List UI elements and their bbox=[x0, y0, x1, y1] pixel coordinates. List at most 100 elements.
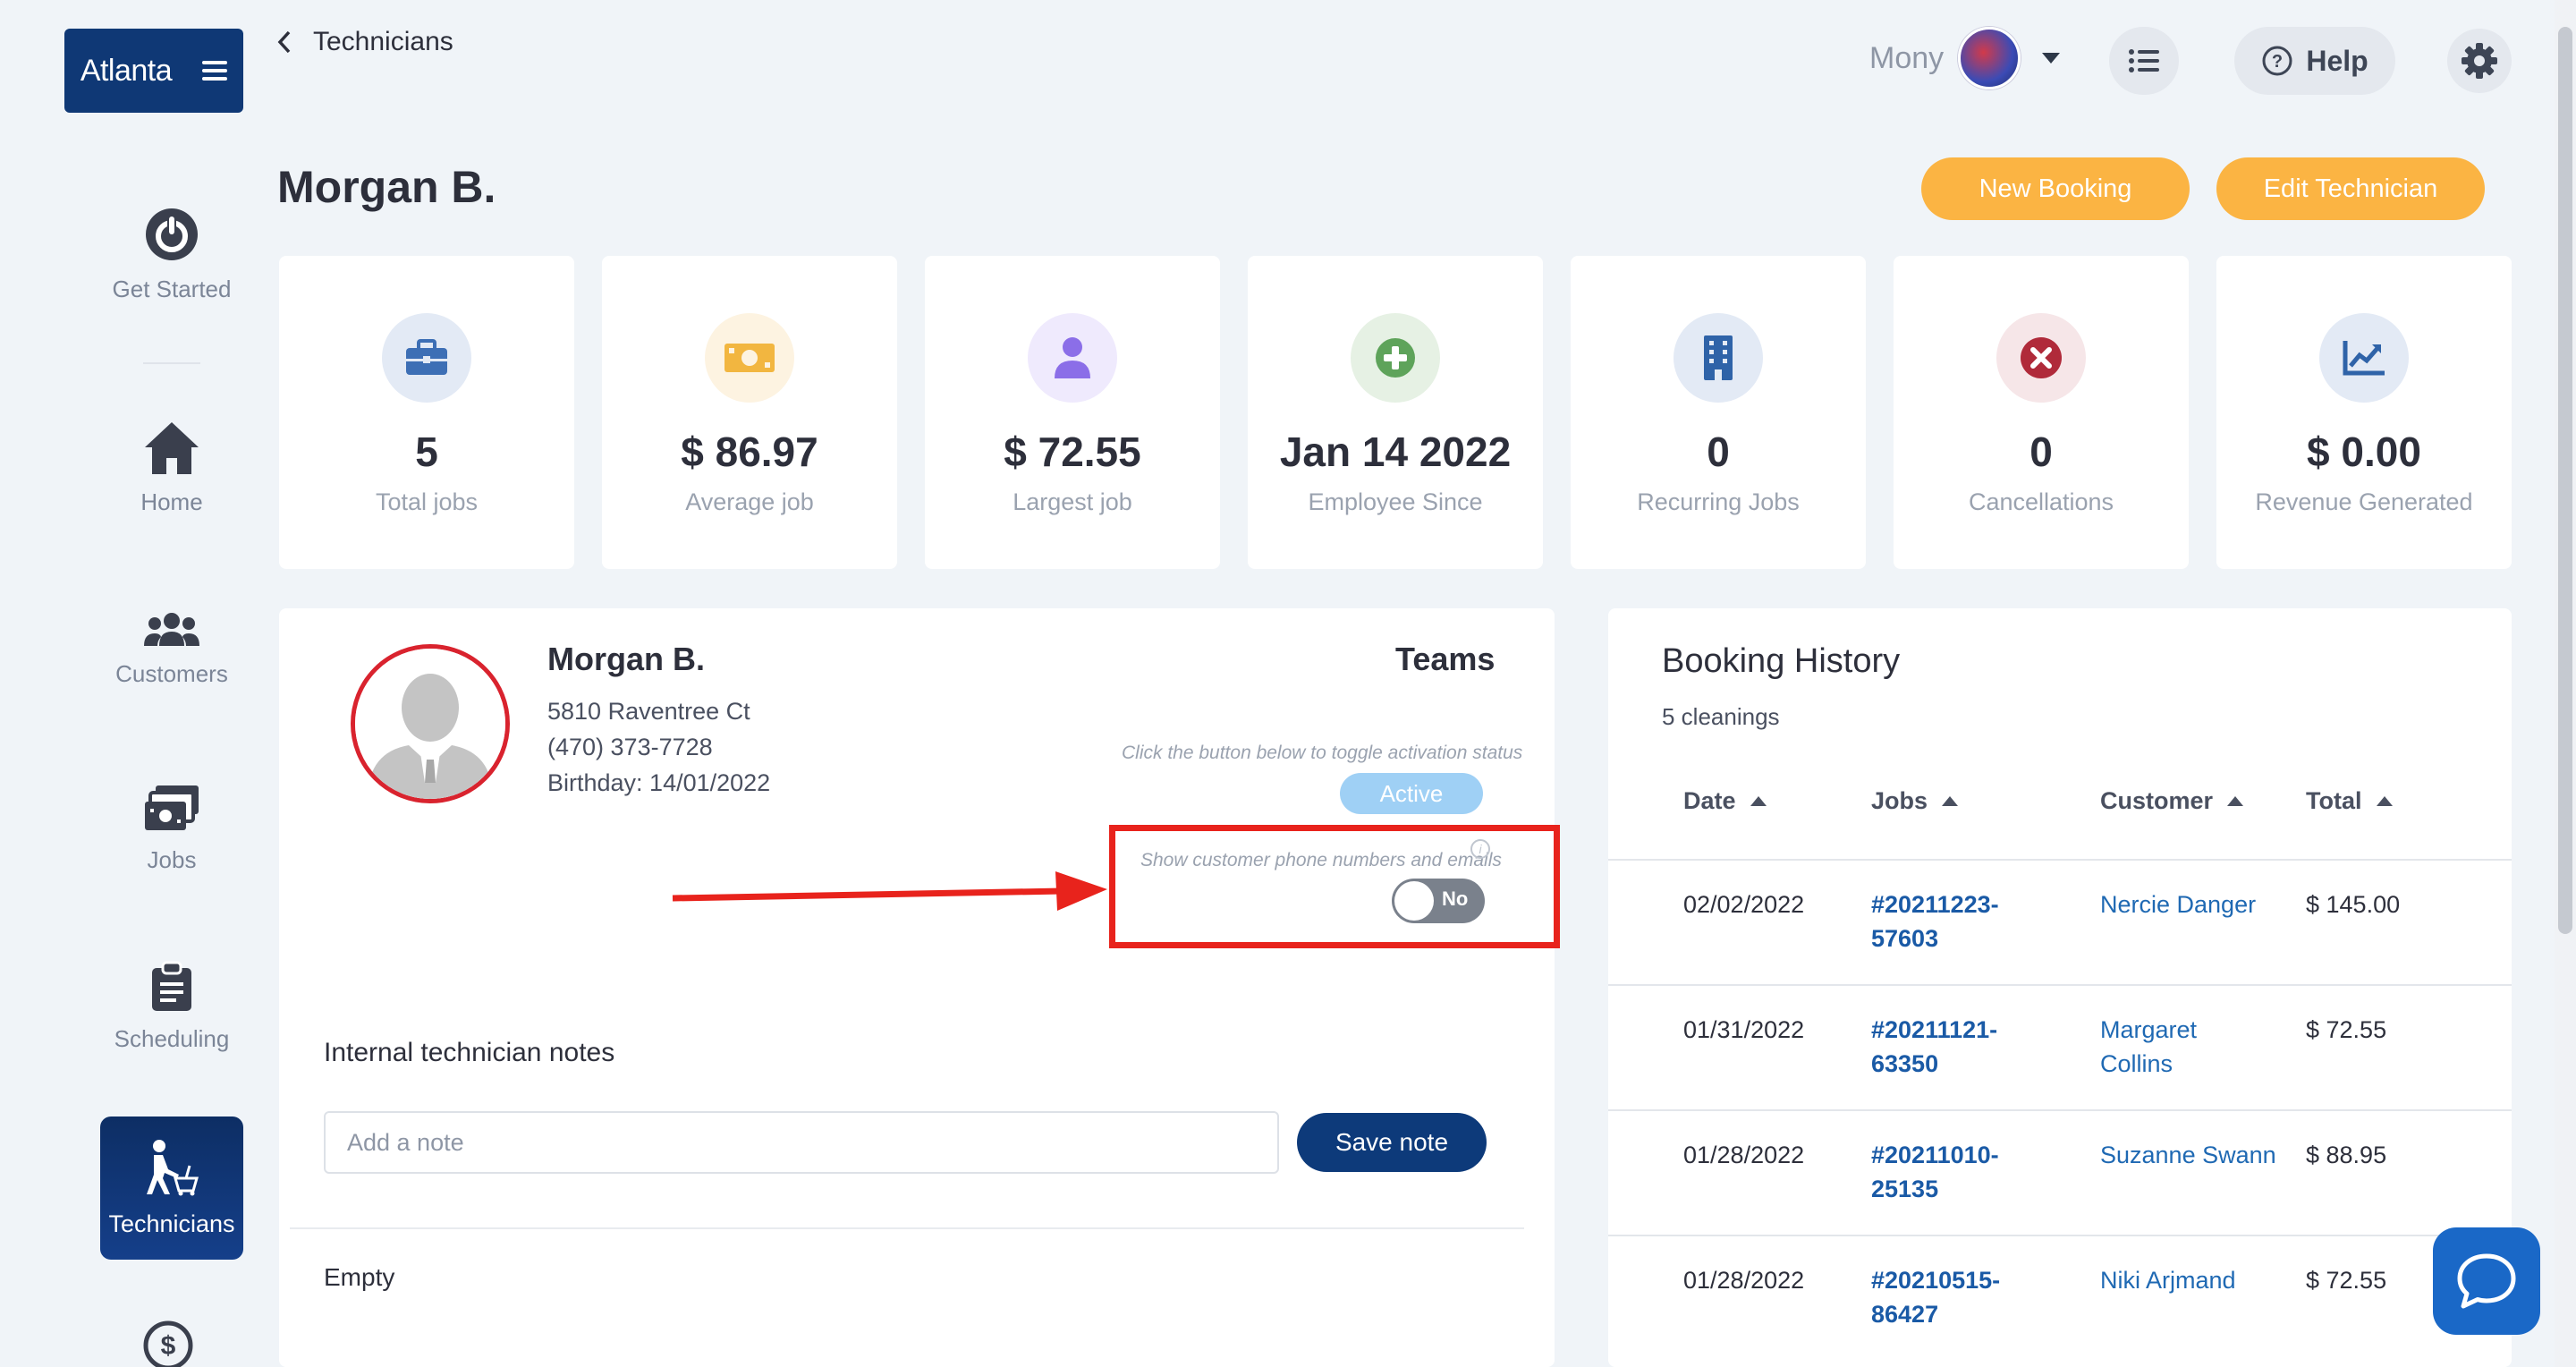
stat-card-average-job: $ 86.97 Average job bbox=[602, 256, 897, 569]
note-input[interactable] bbox=[324, 1111, 1279, 1174]
job-link[interactable]: #20210515- 86427 bbox=[1871, 1263, 2032, 1331]
sidebar-item-label: Jobs bbox=[147, 846, 197, 873]
chevron-left-icon bbox=[277, 30, 291, 54]
sidebar-item-technicians[interactable]: Technicians bbox=[100, 1117, 243, 1260]
annotation-arrow bbox=[672, 871, 1107, 911]
sidebar-item-get-started[interactable]: Get Started bbox=[100, 206, 243, 303]
sidebar-divider bbox=[143, 362, 200, 364]
technician-icon bbox=[147, 1139, 199, 1195]
column-header-total[interactable]: Total bbox=[2306, 787, 2393, 815]
cell-date: 01/28/2022 bbox=[1683, 1267, 1805, 1294]
menu-icon bbox=[202, 61, 228, 81]
stat-value: $ 0.00 bbox=[2307, 429, 2421, 475]
power-icon bbox=[146, 208, 198, 260]
cell-date: 01/31/2022 bbox=[1683, 1016, 1805, 1043]
customer-link[interactable]: Niki Arjmand bbox=[2100, 1263, 2297, 1297]
row-divider bbox=[1608, 859, 2512, 861]
stat-label: Employee Since bbox=[1308, 488, 1483, 515]
question-circle-icon: ? bbox=[2262, 46, 2292, 76]
sidebar-item-label: Home bbox=[140, 488, 203, 515]
user-menu[interactable]: Mony bbox=[1869, 27, 2061, 89]
activation-status-toggle[interactable]: Active bbox=[1340, 773, 1483, 814]
stat-card-employee-since: Jan 14 2022 Employee Since bbox=[1248, 256, 1543, 569]
stat-value: 0 bbox=[2029, 429, 2053, 475]
briefcase-icon bbox=[382, 313, 471, 403]
stat-label: Cancellations bbox=[1968, 488, 2114, 515]
stat-value: $ 86.97 bbox=[681, 429, 818, 475]
save-note-button[interactable]: Save note bbox=[1297, 1113, 1487, 1172]
settings-button[interactable] bbox=[2447, 29, 2512, 93]
job-link[interactable]: #20211121- 63350 bbox=[1871, 1013, 2032, 1081]
stat-card-largest-job: $ 72.55 Largest job bbox=[925, 256, 1220, 569]
scrollbar-thumb[interactable] bbox=[2558, 27, 2572, 934]
stat-label: Total jobs bbox=[375, 488, 479, 515]
column-header-customer[interactable]: Customer bbox=[2100, 787, 2244, 815]
help-label: Help bbox=[2306, 44, 2368, 77]
building-icon bbox=[1674, 313, 1763, 403]
user-icon bbox=[1028, 313, 1117, 403]
sort-up-icon bbox=[1750, 796, 1767, 806]
column-header-date[interactable]: Date bbox=[1683, 787, 1767, 815]
teams-heading: Teams bbox=[1395, 641, 1496, 677]
stat-label: Largest job bbox=[1013, 488, 1132, 515]
cell-total: $ 145.00 bbox=[2306, 891, 2401, 918]
row-divider bbox=[1608, 1109, 2512, 1111]
sidebar-item-home[interactable]: Home bbox=[100, 420, 243, 516]
activation-hint: Click the button below to toggle activat… bbox=[1122, 743, 1523, 763]
back-to-technicians-link[interactable]: Technicians bbox=[277, 27, 453, 57]
stat-value: 0 bbox=[1707, 429, 1730, 475]
customer-link[interactable]: Margaret Collins bbox=[2100, 1013, 2297, 1081]
booking-history-count: 5 cleanings bbox=[1662, 703, 1780, 730]
sidebar-item-label: Technicians bbox=[108, 1210, 235, 1237]
avatar bbox=[1958, 27, 2021, 89]
toggle-label: No bbox=[1442, 887, 1469, 910]
jobs-icon bbox=[145, 785, 199, 830]
cell-total: $ 72.55 bbox=[2306, 1267, 2387, 1294]
edit-technician-button[interactable]: Edit Technician bbox=[2216, 157, 2485, 220]
customer-link[interactable]: Suzanne Swann bbox=[2100, 1138, 2297, 1172]
clipboard-icon bbox=[152, 961, 191, 1011]
technician-phone: (470) 373-7728 bbox=[547, 734, 713, 760]
x-circle-icon bbox=[1996, 313, 2086, 403]
profile-photo bbox=[351, 644, 510, 803]
stat-label: Recurring Jobs bbox=[1637, 488, 1800, 515]
job-link[interactable]: #20211223- 57603 bbox=[1871, 887, 2032, 955]
show-contact-toggle[interactable]: No bbox=[1392, 879, 1485, 923]
sort-up-icon bbox=[2376, 796, 2393, 806]
highlight-box bbox=[1109, 825, 1560, 948]
page-title: Morgan B. bbox=[277, 162, 496, 212]
sidebar-item-jobs[interactable]: Jobs bbox=[100, 784, 243, 874]
home-icon bbox=[145, 422, 199, 474]
notes-heading: Internal technician notes bbox=[324, 1038, 615, 1067]
sidebar-item-billing[interactable]: $ bbox=[143, 1320, 193, 1367]
booking-history-title: Booking History bbox=[1662, 642, 1901, 680]
chat-widget-button[interactable] bbox=[2433, 1227, 2540, 1335]
location-name: Atlanta bbox=[80, 53, 173, 88]
row-divider bbox=[1608, 984, 2512, 986]
dollar-circle-icon: $ bbox=[143, 1320, 193, 1367]
location-menu-button[interactable]: Atlanta bbox=[64, 29, 243, 113]
cell-total: $ 72.55 bbox=[2306, 1016, 2387, 1043]
divider bbox=[290, 1227, 1524, 1229]
info-icon[interactable]: i bbox=[1470, 839, 1490, 859]
sidebar-item-label: Scheduling bbox=[114, 1025, 230, 1052]
job-link[interactable]: #20211010- 25135 bbox=[1871, 1138, 2032, 1206]
customer-link[interactable]: Nercie Danger bbox=[2100, 887, 2297, 921]
list-icon bbox=[2129, 49, 2159, 72]
sidebar-item-label: Customers bbox=[115, 660, 228, 687]
page-scrollbar[interactable] bbox=[2555, 0, 2576, 1367]
technician-name: Morgan B. bbox=[547, 641, 705, 677]
caret-down-icon bbox=[2042, 53, 2061, 64]
column-header-jobs[interactable]: Jobs bbox=[1871, 787, 1959, 815]
sidebar-item-customers[interactable]: Customers bbox=[100, 612, 243, 688]
help-button[interactable]: ? Help bbox=[2234, 27, 2395, 95]
back-label: Technicians bbox=[313, 27, 453, 56]
sort-up-icon bbox=[2227, 796, 2244, 806]
list-view-button[interactable] bbox=[2109, 27, 2179, 95]
users-icon bbox=[144, 613, 199, 646]
sidebar-item-scheduling[interactable]: Scheduling bbox=[100, 961, 243, 1053]
svg-text:$: $ bbox=[161, 1331, 176, 1361]
toggle-knob bbox=[1394, 881, 1434, 921]
new-booking-button[interactable]: New Booking bbox=[1921, 157, 2190, 220]
row-divider bbox=[1608, 1235, 2512, 1236]
